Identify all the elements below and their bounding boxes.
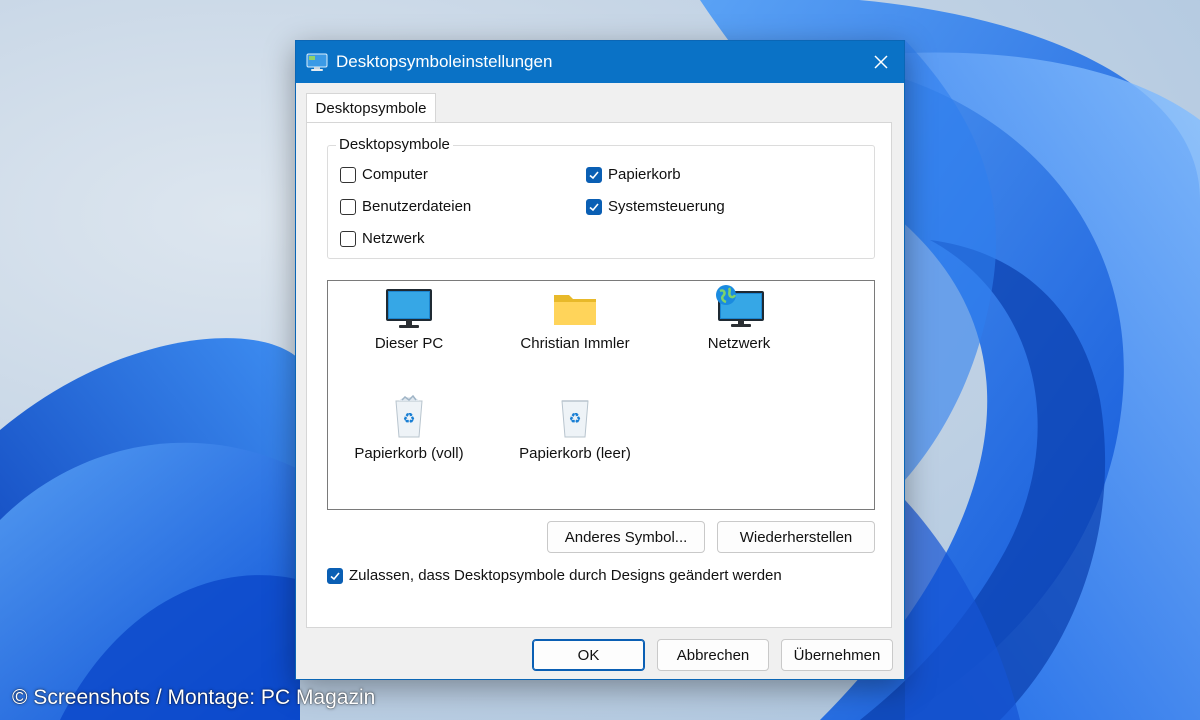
checkbox-recycle-bin[interactable]: Papierkorb (586, 166, 681, 183)
icon-label: Dieser PC (374, 335, 444, 352)
checkbox-box[interactable] (327, 567, 343, 584)
svg-text:♻: ♻ (403, 411, 416, 427)
icon-label: Papierkorb (voll) (354, 445, 464, 462)
checkbox-box[interactable] (586, 198, 602, 215)
icon-label: Christian Immler (520, 335, 630, 352)
checkbox-label: Benutzerdateien (362, 198, 472, 215)
dialog-title: Desktopsymboleinstellungen (336, 52, 553, 71)
checkbox-label: Computer (362, 166, 428, 183)
icon-item-network[interactable]: Netzwerk (664, 285, 814, 352)
recycle-bin-empty-icon: ♻ (561, 400, 589, 438)
tab-desktop-icons[interactable]: Desktopsymbole (306, 93, 436, 123)
svg-text:♻: ♻ (569, 411, 582, 427)
image-credit: © Screenshots / Montage: PC Magazin (12, 686, 376, 709)
checkbox-box[interactable] (340, 230, 356, 247)
icon-item-recycle-bin-full[interactable]: ♻ Papierkorb (voll) (334, 395, 484, 462)
checkbox-box[interactable] (586, 166, 602, 183)
checkbox-label: Systemsteuerung (608, 198, 725, 215)
checkbox-box[interactable] (340, 166, 356, 183)
checkbox-user-files[interactable]: Benutzerdateien (340, 198, 471, 215)
group-label: Desktopsymbole (336, 136, 453, 153)
desktop-icons-group: Desktopsymbole Computer Benutzerdateien … (327, 136, 875, 259)
tab-panel: Desktopsymbole Computer Benutzerdateien … (306, 122, 892, 628)
checkmark-icon (330, 571, 340, 580)
change-icon-button[interactable]: Anderes Symbol... (547, 521, 705, 553)
checkbox-label: Papierkorb (608, 166, 681, 183)
checkbox-control-panel[interactable]: Systemsteuerung (586, 198, 725, 215)
desktop-icon-settings-dialog: Desktopsymboleinstellungen Desktopsymbol… (295, 40, 905, 680)
cancel-button[interactable]: Abbrechen (657, 639, 769, 671)
checkbox-network[interactable]: Netzwerk (340, 230, 425, 247)
title-bar[interactable]: Desktopsymboleinstellungen (296, 41, 904, 83)
folder-icon (554, 295, 596, 325)
icon-label: Papierkorb (leer) (519, 445, 631, 462)
checkmark-icon (589, 202, 599, 211)
checkbox-allow-themes[interactable]: Zulassen, dass Desktopsymbole durch Desi… (327, 567, 782, 584)
ok-button[interactable]: OK (532, 639, 645, 671)
recycle-bin-full-icon: ♻ (395, 395, 423, 438)
checkbox-computer[interactable]: Computer (340, 166, 428, 183)
monitor-icon (386, 289, 432, 328)
checkbox-box[interactable] (340, 198, 356, 215)
checkbox-label: Netzwerk (362, 230, 425, 247)
icon-item-recycle-bin-empty[interactable]: ♻ Papierkorb (leer) (500, 395, 650, 462)
icon-item-user-folder[interactable]: Christian Immler (500, 289, 650, 352)
close-icon (874, 55, 888, 69)
checkmark-icon (589, 170, 599, 179)
icon-list[interactable]: Dieser PC Christian Immler Netzwerk ♻ Pa… (327, 280, 875, 510)
network-monitor-icon (716, 285, 764, 327)
checkbox-label: Zulassen, dass Desktopsymbole durch Desi… (349, 567, 782, 584)
restore-default-button[interactable]: Wiederherstellen (717, 521, 875, 553)
icon-label: Netzwerk (707, 335, 771, 352)
desktop-settings-icon (306, 53, 328, 71)
close-button[interactable] (858, 41, 904, 83)
apply-button[interactable]: Übernehmen (781, 639, 893, 671)
icon-item-this-pc[interactable]: Dieser PC (334, 289, 484, 352)
